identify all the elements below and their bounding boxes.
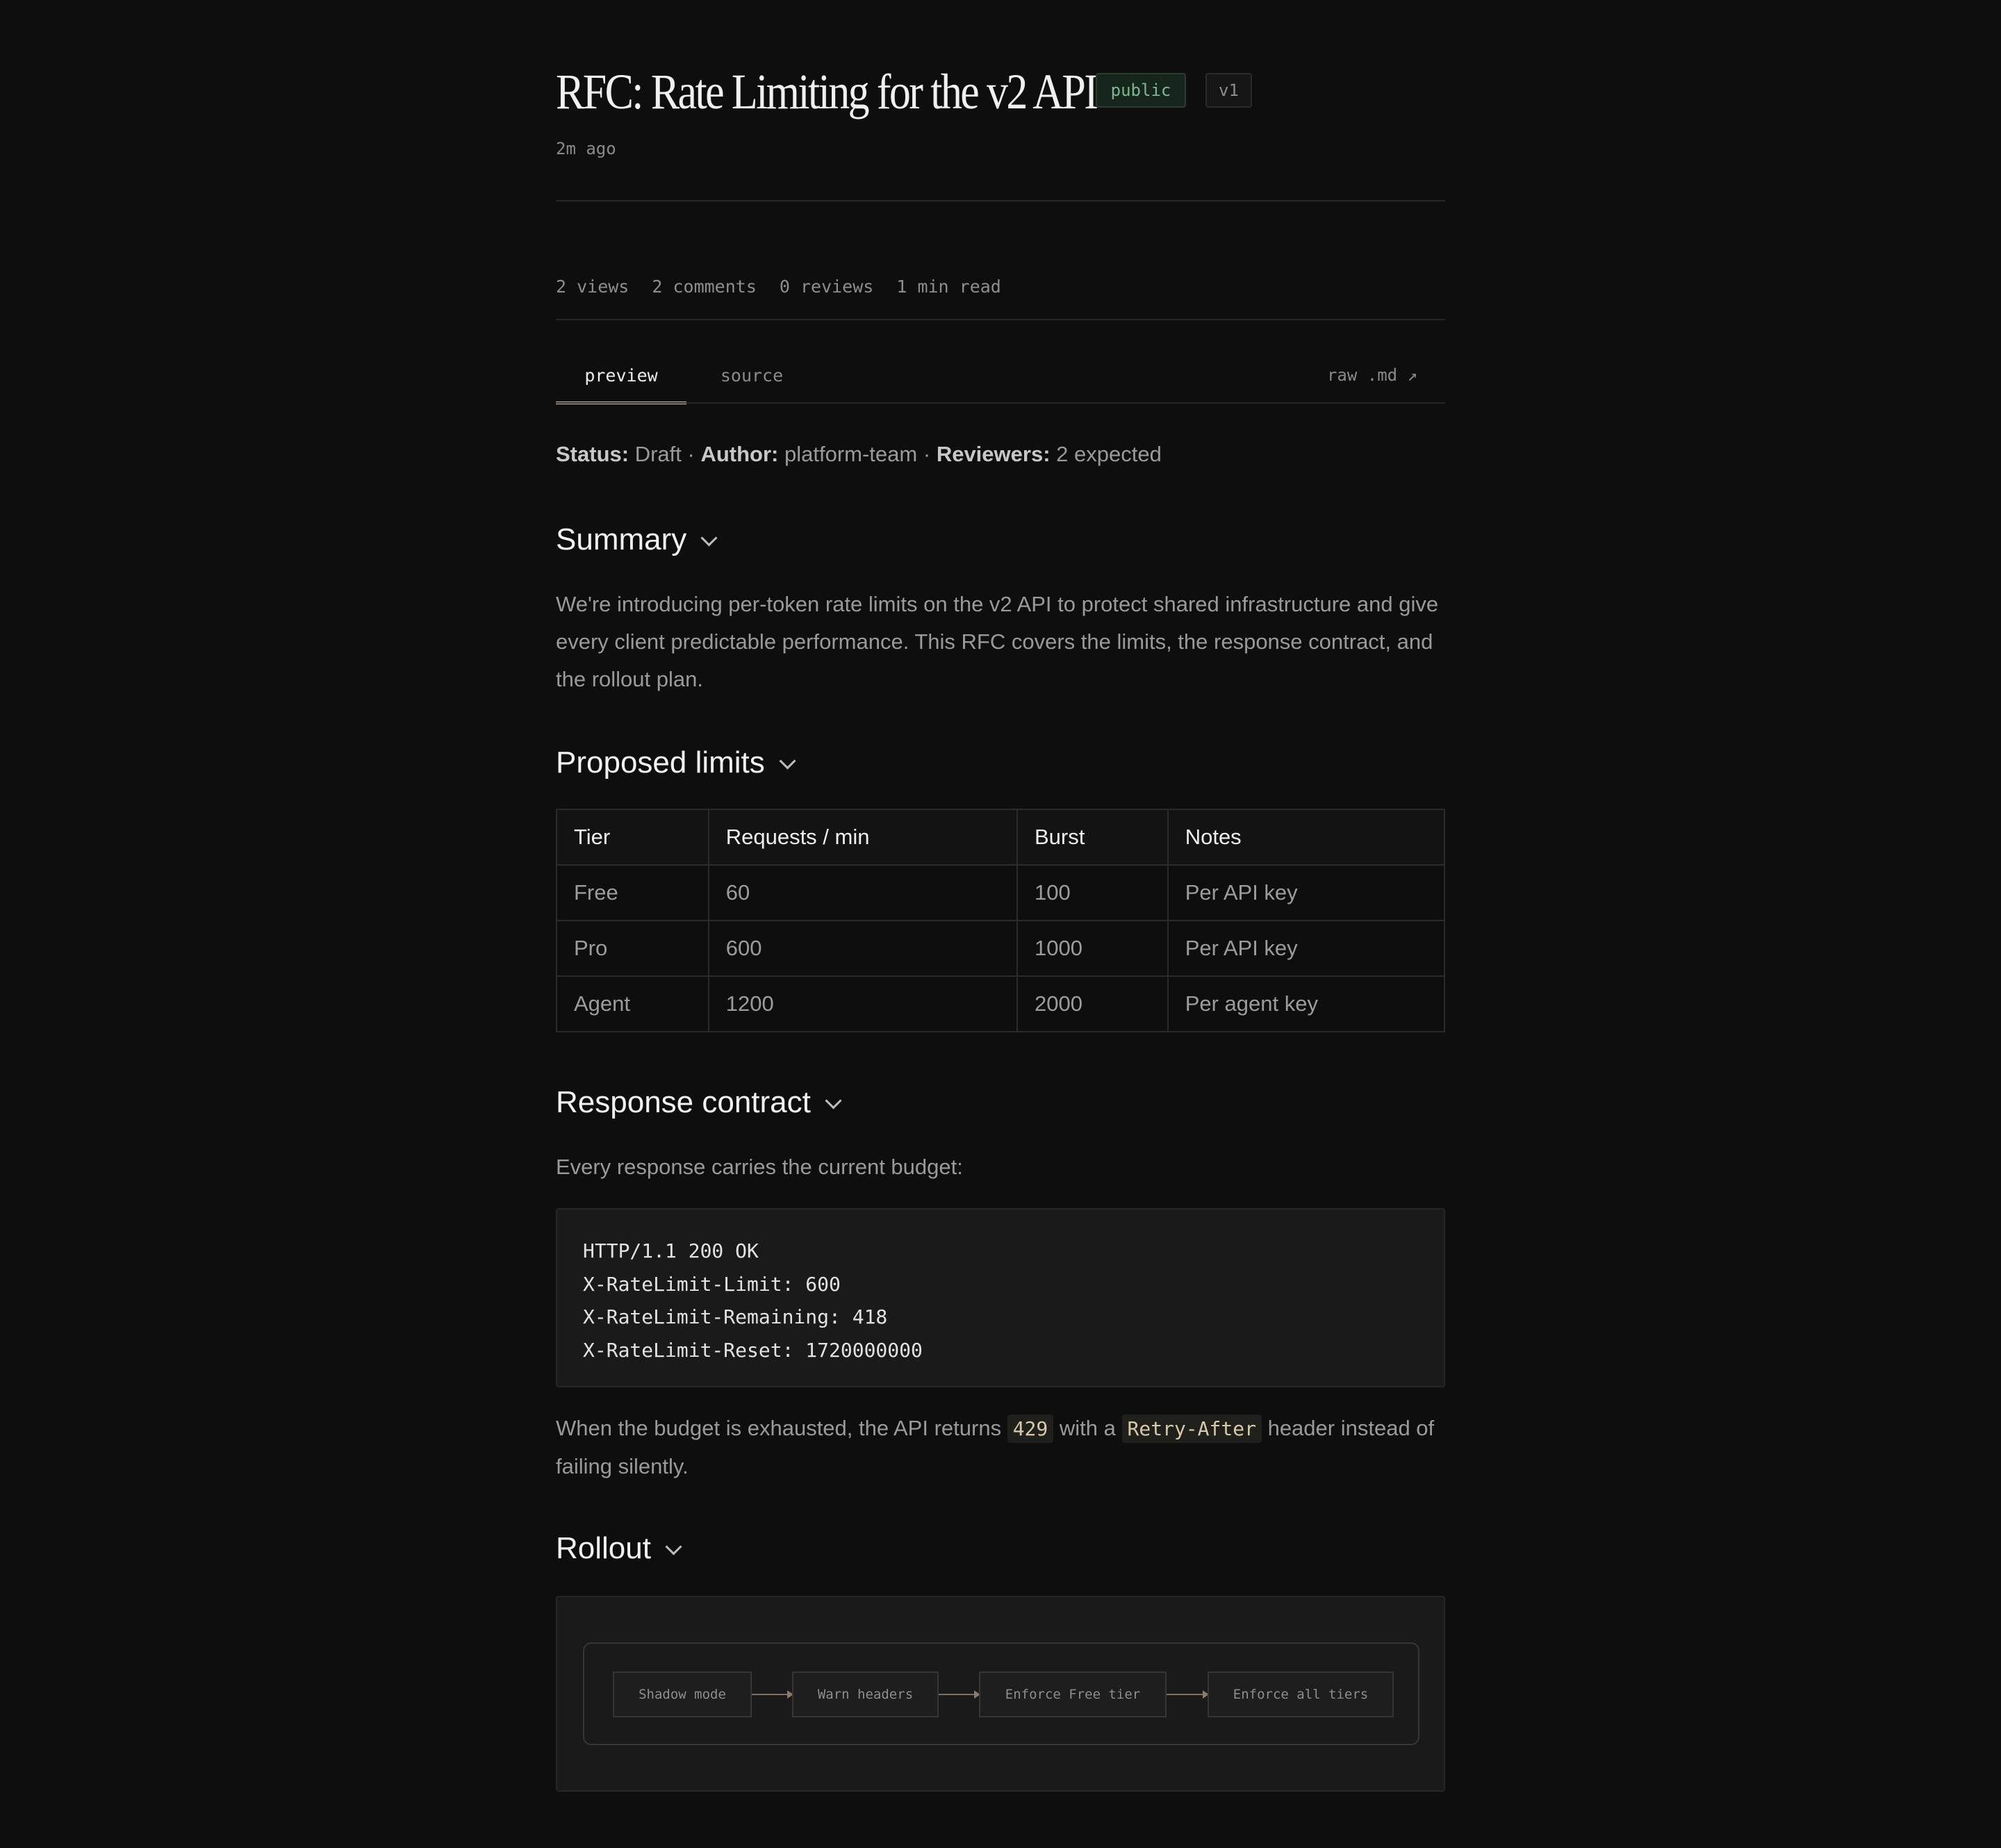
column-header: Requests / min xyxy=(707,809,1019,866)
separator: · xyxy=(923,442,931,466)
table-row: Pro 600 1000 Per API key xyxy=(556,920,1446,977)
table-cell: Pro xyxy=(556,920,709,977)
limits-heading-text: Proposed limits xyxy=(556,745,765,779)
rollout-diagram: Shadow mode Warn headers Enforce Free ti… xyxy=(556,1596,1445,1792)
view-tabs: preview source raw .md ↗ xyxy=(556,349,1445,404)
author-value: platform-team xyxy=(784,442,918,466)
author-label: Author: xyxy=(700,442,779,466)
summary-heading[interactable]: Summary xyxy=(556,522,718,557)
rollout-heading[interactable]: Rollout xyxy=(556,1531,682,1566)
table-cell: Per API key xyxy=(1167,920,1446,977)
table-cell: Per agent key xyxy=(1167,975,1446,1032)
status-label: Status: xyxy=(556,442,629,466)
limits-heading[interactable]: Proposed limits xyxy=(556,745,796,780)
rollout-step: Enforce Free tier xyxy=(979,1672,1167,1717)
table-cell: 1000 xyxy=(1016,920,1169,977)
separator: · xyxy=(687,442,695,466)
code-line: HTTP/1.1 200 OK xyxy=(583,1239,759,1262)
tabs-divider xyxy=(556,402,1445,404)
status-line: Status: Draft · Author: platform-team · … xyxy=(556,442,1162,467)
reviewers-label: Reviewers: xyxy=(936,442,1051,466)
updated-time: 2m ago xyxy=(556,139,616,158)
divider xyxy=(556,200,1445,201)
followup-text: with a xyxy=(1059,1416,1116,1440)
visibility-badge: public xyxy=(1096,73,1186,108)
chevron-down-icon[interactable] xyxy=(700,529,718,547)
code-line: X-RateLimit-Limit: 600 xyxy=(583,1272,841,1296)
retry-after-code: Retry-After xyxy=(1121,1414,1262,1443)
table-cell: 2000 xyxy=(1016,975,1169,1032)
divider xyxy=(556,319,1445,320)
table-cell: Per API key xyxy=(1167,864,1446,921)
table-cell: 600 xyxy=(707,920,1019,977)
chevron-down-icon[interactable] xyxy=(825,1091,842,1109)
column-header: Tier xyxy=(556,809,709,866)
limits-table: Tier Requests / min Burst Notes Free 60 … xyxy=(556,809,1446,1032)
title-row: RFC: Rate Limiting for the v2 API xyxy=(556,64,1185,119)
version-badge: v1 xyxy=(1205,73,1252,108)
stats-bar: 2 views 2 comments 0 reviews 1 min read xyxy=(556,277,1024,297)
rollout-step: Enforce all tiers xyxy=(1208,1672,1394,1717)
table-cell: Agent xyxy=(556,975,709,1032)
rollout-flow: Shadow mode Warn headers Enforce Free ti… xyxy=(583,1642,1419,1745)
table-cell: Free xyxy=(556,864,709,921)
code-line: X-RateLimit-Remaining: 418 xyxy=(583,1305,888,1328)
raw-md-link[interactable]: raw .md ↗ xyxy=(1327,349,1417,402)
rollout-heading-text: Rollout xyxy=(556,1531,651,1565)
column-header: Burst xyxy=(1016,809,1169,866)
arrow-right-icon xyxy=(1167,1690,1209,1699)
summary-text: We're introducing per-token rate limits … xyxy=(556,592,1439,691)
table-row: Free 60 100 Per API key xyxy=(556,864,1446,921)
status-value: Draft xyxy=(634,442,682,466)
read-time: 1 min read xyxy=(896,277,1001,297)
page-title: RFC: Rate Limiting for the v2 API xyxy=(556,63,1098,119)
table-header-row: Tier Requests / min Burst Notes xyxy=(556,809,1446,866)
chevron-down-icon[interactable] xyxy=(665,1537,682,1556)
arrow-right-icon xyxy=(752,1690,793,1699)
summary-heading-text: Summary xyxy=(556,522,687,556)
reviewers-value: 2 expected xyxy=(1056,442,1162,466)
tab-preview[interactable]: preview xyxy=(556,349,686,404)
rollout-step: Warn headers xyxy=(792,1672,939,1717)
tab-source[interactable]: source xyxy=(686,349,817,402)
arrow-right-icon xyxy=(939,1690,980,1699)
code-line: X-RateLimit-Reset: 1720000000 xyxy=(583,1338,923,1362)
response-intro: Every response carries the current budge… xyxy=(556,1155,963,1179)
reviews-count: 0 reviews xyxy=(779,277,874,297)
followup-text: When the budget is exhausted, the API re… xyxy=(556,1416,1002,1440)
table-row: Agent 1200 2000 Per agent key xyxy=(556,975,1446,1032)
table-cell: 60 xyxy=(707,864,1019,921)
code-block: HTTP/1.1 200 OK X-RateLimit-Limit: 600 X… xyxy=(556,1208,1445,1387)
chevron-down-icon[interactable] xyxy=(779,752,796,770)
table-cell: 100 xyxy=(1016,864,1169,921)
table-cell: 1200 xyxy=(707,975,1019,1032)
response-followup: When the budget is exhausted, the API re… xyxy=(556,1410,1445,1485)
response-heading-text: Response contract xyxy=(556,1085,811,1119)
response-heading[interactable]: Response contract xyxy=(556,1085,842,1120)
status-code: 429 xyxy=(1007,1414,1054,1443)
views-count: 2 views xyxy=(556,277,629,297)
column-header: Notes xyxy=(1167,809,1446,866)
rollout-step: Shadow mode xyxy=(613,1672,752,1717)
comments-count: 2 comments xyxy=(652,277,757,297)
